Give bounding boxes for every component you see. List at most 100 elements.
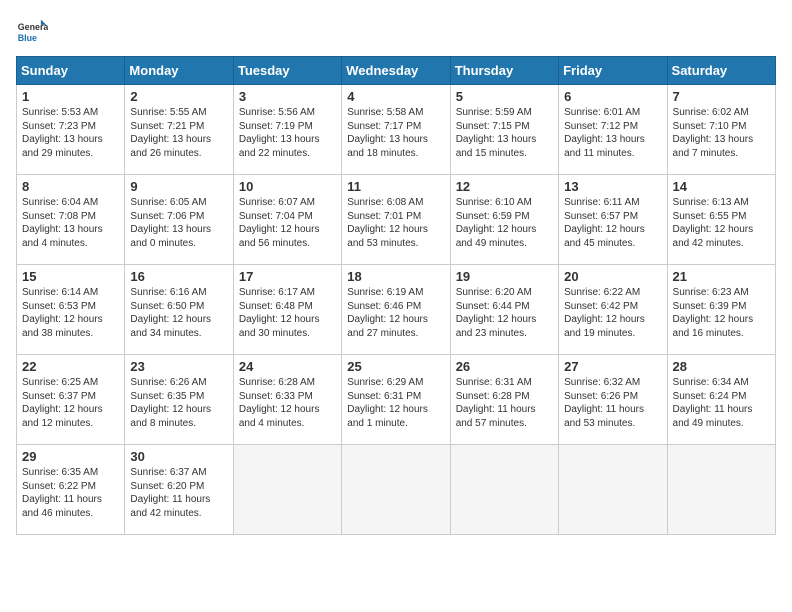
cell-info: Sunrise: 6:20 AM Sunset: 6:44 PM Dayligh…: [456, 286, 553, 340]
day-number: 30: [130, 449, 227, 464]
day-number: 7: [673, 89, 770, 104]
cell-info: Sunrise: 6:14 AM Sunset: 6:53 PM Dayligh…: [22, 286, 119, 340]
day-number: 11: [347, 179, 444, 194]
cell-info: Sunrise: 6:11 AM Sunset: 6:57 PM Dayligh…: [564, 196, 661, 250]
weekday-header-wednesday: Wednesday: [342, 57, 450, 85]
cell-info: Sunrise: 5:58 AM Sunset: 7:17 PM Dayligh…: [347, 106, 444, 160]
weekday-header-thursday: Thursday: [450, 57, 558, 85]
weekday-header-sunday: Sunday: [17, 57, 125, 85]
calendar-cell: [667, 445, 775, 535]
day-number: 25: [347, 359, 444, 374]
day-number: 12: [456, 179, 553, 194]
cell-info: Sunrise: 5:56 AM Sunset: 7:19 PM Dayligh…: [239, 106, 336, 160]
weekday-header-monday: Monday: [125, 57, 233, 85]
day-number: 16: [130, 269, 227, 284]
day-number: 19: [456, 269, 553, 284]
calendar-cell: 7 Sunrise: 6:02 AM Sunset: 7:10 PM Daylig…: [667, 85, 775, 175]
weekday-header-saturday: Saturday: [667, 57, 775, 85]
cell-info: Sunrise: 6:23 AM Sunset: 6:39 PM Dayligh…: [673, 286, 770, 340]
calendar-cell: 19 Sunrise: 6:20 AM Sunset: 6:44 PM Dayli…: [450, 265, 558, 355]
cell-info: Sunrise: 6:01 AM Sunset: 7:12 PM Dayligh…: [564, 106, 661, 160]
calendar-cell: 20 Sunrise: 6:22 AM Sunset: 6:42 PM Dayli…: [559, 265, 667, 355]
cell-info: Sunrise: 6:05 AM Sunset: 7:06 PM Dayligh…: [130, 196, 227, 250]
day-number: 18: [347, 269, 444, 284]
calendar-cell: 21 Sunrise: 6:23 AM Sunset: 6:39 PM Dayli…: [667, 265, 775, 355]
day-number: 13: [564, 179, 661, 194]
cell-info: Sunrise: 6:02 AM Sunset: 7:10 PM Dayligh…: [673, 106, 770, 160]
day-number: 28: [673, 359, 770, 374]
cell-info: Sunrise: 6:26 AM Sunset: 6:35 PM Dayligh…: [130, 376, 227, 430]
day-number: 26: [456, 359, 553, 374]
cell-info: Sunrise: 6:13 AM Sunset: 6:55 PM Dayligh…: [673, 196, 770, 250]
calendar-table: SundayMondayTuesdayWednesdayThursdayFrid…: [16, 56, 776, 535]
calendar-cell: 10 Sunrise: 6:07 AM Sunset: 7:04 PM Dayli…: [233, 175, 341, 265]
day-number: 8: [22, 179, 119, 194]
day-number: 1: [22, 89, 119, 104]
calendar-cell: 2Sunrise: 5:55 AM Sunset: 7:21 PM Daylig…: [125, 85, 233, 175]
cell-info: Sunrise: 6:04 AM Sunset: 7:08 PM Dayligh…: [22, 196, 119, 250]
svg-text:Blue: Blue: [18, 33, 37, 43]
day-number: 20: [564, 269, 661, 284]
cell-info: Sunrise: 5:59 AM Sunset: 7:15 PM Dayligh…: [456, 106, 553, 160]
calendar-cell: 15 Sunrise: 6:14 AM Sunset: 6:53 PM Dayli…: [17, 265, 125, 355]
cell-info: Sunrise: 6:10 AM Sunset: 6:59 PM Dayligh…: [456, 196, 553, 250]
calendar-cell: 3 Sunrise: 5:56 AM Sunset: 7:19 PM Daylig…: [233, 85, 341, 175]
calendar-week-2: 8 Sunrise: 6:04 AM Sunset: 7:08 PM Daylig…: [17, 175, 776, 265]
day-number: 14: [673, 179, 770, 194]
calendar-cell: 5 Sunrise: 5:59 AM Sunset: 7:15 PM Daylig…: [450, 85, 558, 175]
calendar-cell: 18Sunrise: 6:19 AM Sunset: 6:46 PM Dayli…: [342, 265, 450, 355]
calendar-cell: 23 Sunrise: 6:26 AM Sunset: 6:35 PM Dayli…: [125, 355, 233, 445]
calendar-cell: [233, 445, 341, 535]
day-number: 4: [347, 89, 444, 104]
weekday-header-friday: Friday: [559, 57, 667, 85]
calendar-cell: 12 Sunrise: 6:10 AM Sunset: 6:59 PM Dayli…: [450, 175, 558, 265]
cell-info: Sunrise: 6:22 AM Sunset: 6:42 PM Dayligh…: [564, 286, 661, 340]
calendar-cell: 22 Sunrise: 6:25 AM Sunset: 6:37 PM Dayli…: [17, 355, 125, 445]
cell-info: Sunrise: 6:34 AM Sunset: 6:24 PM Dayligh…: [673, 376, 770, 430]
calendar-cell: 16 Sunrise: 6:16 AM Sunset: 6:50 PM Dayli…: [125, 265, 233, 355]
calendar-cell: 8 Sunrise: 6:04 AM Sunset: 7:08 PM Daylig…: [17, 175, 125, 265]
day-number: 17: [239, 269, 336, 284]
calendar-cell: 11 Sunrise: 6:08 AM Sunset: 7:01 PM Dayli…: [342, 175, 450, 265]
calendar-week-4: 22 Sunrise: 6:25 AM Sunset: 6:37 PM Dayli…: [17, 355, 776, 445]
logo-icon: General Blue: [16, 16, 48, 48]
cell-info: Sunrise: 6:17 AM Sunset: 6:48 PM Dayligh…: [239, 286, 336, 340]
cell-info: Sunrise: 6:07 AM Sunset: 7:04 PM Dayligh…: [239, 196, 336, 250]
calendar-cell: 9Sunrise: 6:05 AM Sunset: 7:06 PM Daylig…: [125, 175, 233, 265]
cell-info: Sunrise: 6:29 AM Sunset: 6:31 PM Dayligh…: [347, 376, 444, 430]
day-number: 22: [22, 359, 119, 374]
page-header: General Blue: [16, 16, 776, 48]
cell-info: Sunrise: 6:16 AM Sunset: 6:50 PM Dayligh…: [130, 286, 227, 340]
calendar-week-1: 1 Sunrise: 5:53 AM Sunset: 7:23 PM Daylig…: [17, 85, 776, 175]
calendar-cell: 4 Sunrise: 5:58 AM Sunset: 7:17 PM Daylig…: [342, 85, 450, 175]
logo: General Blue: [16, 16, 48, 48]
day-number: 3: [239, 89, 336, 104]
day-number: 6: [564, 89, 661, 104]
day-number: 2: [130, 89, 227, 104]
day-number: 21: [673, 269, 770, 284]
calendar-cell: 13 Sunrise: 6:11 AM Sunset: 6:57 PM Dayli…: [559, 175, 667, 265]
cell-info: Sunrise: 6:25 AM Sunset: 6:37 PM Dayligh…: [22, 376, 119, 430]
calendar-week-5: 29 Sunrise: 6:35 AM Sunset: 6:22 PM Dayli…: [17, 445, 776, 535]
calendar-cell: 14 Sunrise: 6:13 AM Sunset: 6:55 PM Dayli…: [667, 175, 775, 265]
day-number: 29: [22, 449, 119, 464]
calendar-cell: 6 Sunrise: 6:01 AM Sunset: 7:12 PM Daylig…: [559, 85, 667, 175]
weekday-header-tuesday: Tuesday: [233, 57, 341, 85]
calendar-cell: 25 Sunrise: 6:29 AM Sunset: 6:31 PM Dayli…: [342, 355, 450, 445]
day-number: 10: [239, 179, 336, 194]
calendar-cell: 26 Sunrise: 6:31 AM Sunset: 6:28 PM Dayli…: [450, 355, 558, 445]
cell-info: Sunrise: 6:35 AM Sunset: 6:22 PM Dayligh…: [22, 466, 119, 520]
calendar-cell: [450, 445, 558, 535]
day-number: 15: [22, 269, 119, 284]
day-number: 23: [130, 359, 227, 374]
cell-info: Sunrise: 6:32 AM Sunset: 6:26 PM Dayligh…: [564, 376, 661, 430]
cell-info: Sunrise: 6:31 AM Sunset: 6:28 PM Dayligh…: [456, 376, 553, 430]
cell-info: Sunrise: 6:37 AM Sunset: 6:20 PM Dayligh…: [130, 466, 227, 520]
calendar-cell: 17 Sunrise: 6:17 AM Sunset: 6:48 PM Dayli…: [233, 265, 341, 355]
weekday-header-row: SundayMondayTuesdayWednesdayThursdayFrid…: [17, 57, 776, 85]
calendar-cell: 1 Sunrise: 5:53 AM Sunset: 7:23 PM Daylig…: [17, 85, 125, 175]
cell-info: Sunrise: 5:53 AM Sunset: 7:23 PM Dayligh…: [22, 106, 119, 160]
day-number: 5: [456, 89, 553, 104]
calendar-cell: [342, 445, 450, 535]
cell-info: Sunrise: 6:08 AM Sunset: 7:01 PM Dayligh…: [347, 196, 444, 250]
